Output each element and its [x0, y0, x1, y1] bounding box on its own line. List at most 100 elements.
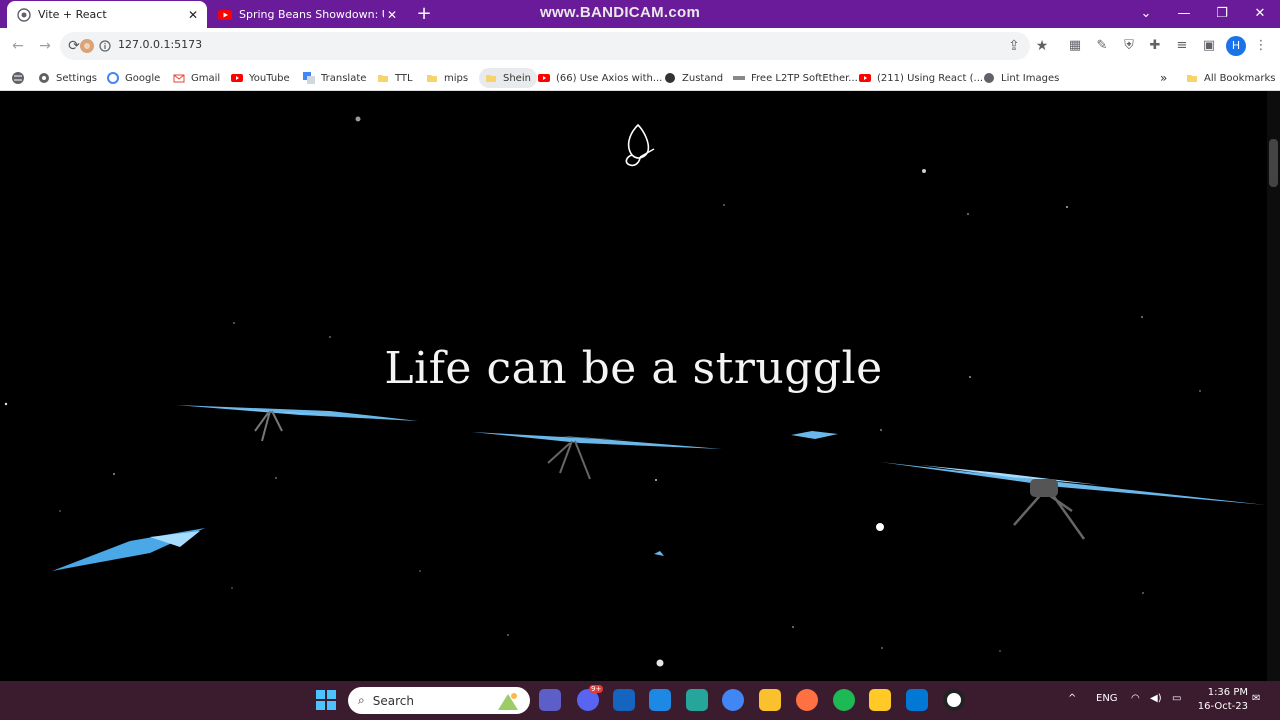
- tab-spring-beans[interactable]: Spring Beans Showdown: Unrave ✕: [210, 1, 406, 28]
- tab-search-icon[interactable]: ⌄: [1131, 4, 1161, 24]
- bandicam-record-icon[interactable]: [943, 689, 965, 711]
- todo-icon[interactable]: [649, 689, 671, 711]
- bookmark-youtube[interactable]: YouTube: [231, 68, 290, 88]
- tab-title: Vite + React: [38, 8, 107, 21]
- reading-list-icon[interactable]: ≡: [1173, 37, 1191, 55]
- bookmark-label: Translate: [321, 72, 367, 84]
- folder-icon: [1187, 75, 1197, 82]
- butterfly-3: [791, 431, 838, 439]
- volume-icon[interactable]: ◀): [1150, 693, 1162, 704]
- search-icon: ⌕: [358, 693, 365, 707]
- wifi-icon[interactable]: ◠: [1131, 693, 1140, 704]
- all-bookmarks[interactable]: All Bookmarks: [1186, 68, 1275, 88]
- bookmark-211-using-react[interactable]: (211) Using React (...: [859, 68, 983, 88]
- maximize-icon[interactable]: ❐: [1207, 4, 1237, 24]
- translate-icon: [303, 72, 315, 84]
- bookmark-star-icon[interactable]: ★: [1032, 36, 1052, 56]
- chrome-icon[interactable]: [722, 689, 744, 711]
- azure-data-studio-icon[interactable]: [613, 689, 635, 711]
- butterfly-6: [654, 551, 664, 556]
- windows-taskbar: ⌕ Search 9+ ^ ENG ◠ ◀) ▭ 1:36 PM 16-Oct-…: [0, 681, 1280, 720]
- apps-globe-icon[interactable]: [11, 71, 25, 85]
- system-clock[interactable]: 1:36 PM 16-Oct-23: [1196, 686, 1248, 714]
- scrollbar-thumb[interactable]: [1269, 139, 1278, 187]
- bookmark-free-l2tp-softether[interactable]: Free L2TP SoftEther...: [733, 68, 858, 88]
- battery-icon[interactable]: ▭: [1172, 693, 1181, 704]
- bookmark-translate[interactable]: Translate: [303, 68, 366, 88]
- spotify-icon[interactable]: [833, 689, 855, 711]
- bookmark-label: Lint Images: [1001, 72, 1060, 84]
- page-canvas: Life can be a struggle: [0, 91, 1267, 681]
- notifications-icon[interactable]: ✉: [1252, 693, 1260, 704]
- bookmark-label: YouTube: [249, 72, 290, 84]
- taskbar-search[interactable]: ⌕ Search: [348, 687, 530, 714]
- bookmark-google[interactable]: Google: [107, 68, 160, 88]
- postman-icon[interactable]: [796, 689, 818, 711]
- youtube-icon: [218, 9, 232, 20]
- bookmark-ttl[interactable]: TTL: [377, 68, 413, 88]
- page-scrollbar[interactable]: [1267, 91, 1280, 681]
- globe-icon: [984, 73, 994, 83]
- forward-icon[interactable]: →: [35, 36, 55, 56]
- bookmark-label: Shein: [503, 72, 531, 84]
- tab-vite-react[interactable]: Vite + React ✕: [7, 1, 207, 28]
- bookmark-shein[interactable]: Shein: [479, 68, 537, 88]
- menu-icon[interactable]: ⋮: [1252, 37, 1270, 55]
- language-indicator[interactable]: ENG: [1096, 693, 1118, 704]
- close-window-icon[interactable]: ✕: [1245, 4, 1275, 24]
- butterfly-1: [176, 405, 418, 442]
- windows-start-icon[interactable]: [316, 690, 336, 710]
- sticky-notes-icon[interactable]: [869, 689, 891, 711]
- screen: Vite + React ✕ Spring Beans Showdown: Un…: [0, 0, 1280, 720]
- close-tab-icon[interactable]: ✕: [384, 8, 400, 22]
- jetbrains-icon[interactable]: [759, 689, 781, 711]
- new-tab-button[interactable]: +: [414, 4, 434, 24]
- search-placeholder: Search: [372, 693, 414, 708]
- bookmark-gmail[interactable]: Gmail: [173, 68, 220, 88]
- teams-chat-icon[interactable]: [539, 689, 561, 711]
- tray-overflow-icon[interactable]: ^: [1068, 693, 1076, 704]
- youtube-icon: [859, 74, 871, 82]
- bookmarks-overflow-icon[interactable]: »: [1160, 68, 1167, 88]
- extension-icon[interactable]: ▦: [1066, 37, 1084, 55]
- cursor-busy-icon: [80, 39, 94, 53]
- google-icon: [107, 72, 119, 84]
- back-icon[interactable]: ←: [8, 36, 28, 56]
- remote-desktop-icon[interactable]: [686, 689, 708, 711]
- minimize-icon[interactable]: —: [1169, 4, 1199, 24]
- close-tab-icon[interactable]: ✕: [185, 8, 201, 22]
- side-panel-icon[interactable]: ▣: [1200, 37, 1218, 55]
- folder-icon: [378, 75, 388, 82]
- all-bookmarks-label: All Bookmarks: [1204, 72, 1276, 84]
- butterfly-2: [472, 431, 722, 480]
- butterflies-layer: [52, 405, 1266, 571]
- site-icon: [733, 76, 745, 80]
- bookmark-label: (66) Use Axios with...: [556, 72, 663, 84]
- site-info-icon[interactable]: [99, 40, 111, 52]
- shield-icon[interactable]: ⛨: [1120, 37, 1138, 55]
- bookmark-lint-images[interactable]: Lint Images: [983, 68, 1059, 88]
- eyedropper-icon[interactable]: ✎: [1093, 37, 1111, 55]
- bookmark-label: Gmail: [191, 72, 221, 84]
- bookmark-settings[interactable]: Settings: [38, 68, 97, 88]
- bookmark-label: TTL: [395, 72, 413, 84]
- vscode-icon[interactable]: [906, 689, 928, 711]
- folder-icon: [427, 75, 437, 82]
- bookmark-label: Zustand: [682, 72, 724, 84]
- youtube-icon: [231, 74, 243, 82]
- github-icon: [665, 73, 675, 83]
- url-text: 127.0.0.1:5173: [118, 38, 203, 51]
- bookmark-label: Google: [125, 72, 161, 84]
- address-bar[interactable]: ⟳ 127.0.0.1:5173 ⇪ ★: [60, 32, 1048, 60]
- discord-badge: 9+: [589, 685, 604, 693]
- bookmarks-bar: Settings Google Gmail YouTube Translate TTL mi…: [0, 64, 1280, 91]
- extensions-puzzle-icon[interactable]: ✚: [1146, 37, 1164, 55]
- bookmark-mips[interactable]: mips: [426, 68, 468, 88]
- profile-avatar[interactable]: H: [1226, 36, 1246, 56]
- bookmark-zustand[interactable]: Zustand: [664, 68, 723, 88]
- bookmark-label: Settings: [56, 72, 98, 84]
- clock-date: 16-Oct-23: [1197, 701, 1248, 712]
- bookmark-label: (211) Using React (...: [877, 72, 984, 84]
- bookmark-66-use-axios-with[interactable]: (66) Use Axios with...: [538, 68, 662, 88]
- share-icon[interactable]: ⇪: [1004, 36, 1024, 56]
